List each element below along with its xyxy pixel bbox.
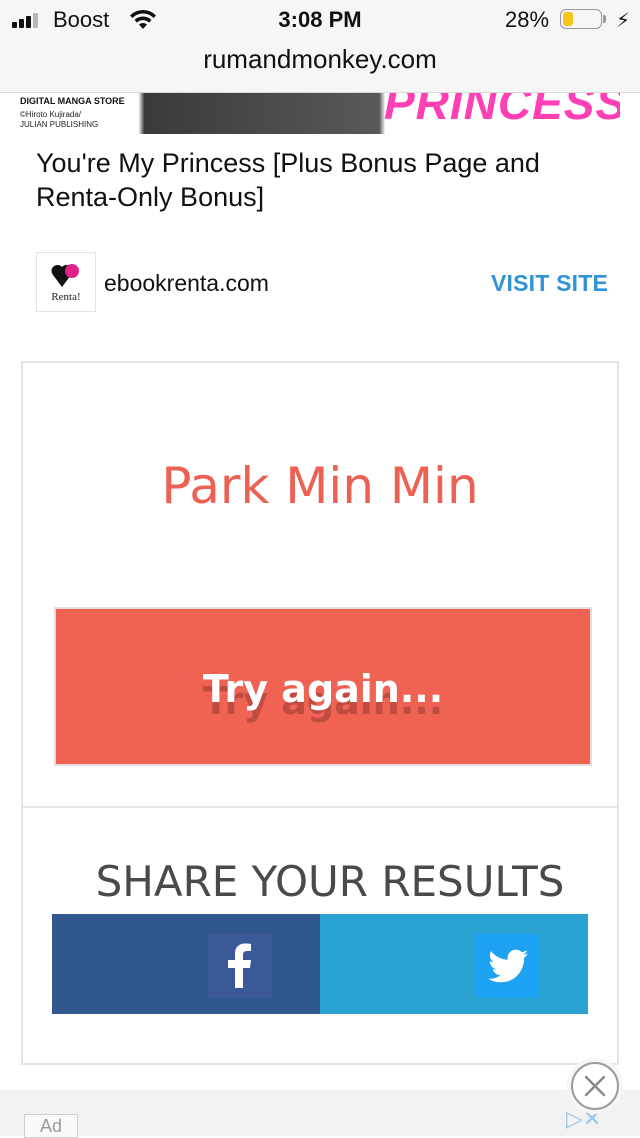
facebook-share-button[interactable]	[52, 914, 320, 1014]
ad-label: Ad	[24, 1114, 78, 1138]
banner-credit-line1: ©Hiroto Kujirada/	[20, 110, 82, 119]
charging-bolt-icon: ⚡︎	[616, 10, 631, 32]
banner-credit-line2: JULIAN PUBLISHING	[20, 120, 99, 129]
advertiser-domain[interactable]: ebookrenta.com	[104, 270, 269, 297]
heart-logo-icon	[51, 264, 79, 287]
battery-icon	[560, 9, 606, 31]
ad-headline[interactable]: You're My Princess [Plus Bonus Page and …	[36, 146, 596, 214]
twitter-icon	[476, 934, 540, 998]
try-again-button[interactable]: Try again... Try again...	[54, 607, 592, 766]
address-bar[interactable]: rumandmonkey.com	[0, 44, 640, 75]
banner-credit: ©Hiroto Kujirada/ JULIAN PUBLISHING	[20, 110, 98, 130]
result-name: Park Min Min	[161, 457, 479, 515]
facebook-icon	[208, 934, 272, 998]
quiz-result-card: Park Min Min Try again... Try again... S…	[21, 361, 619, 1065]
ad-banner-image[interactable]: DIGITAL MANGA STORE ©Hiroto Kujirada/ JU…	[18, 92, 620, 134]
banner-title-fragment: PRINCESS	[384, 92, 620, 129]
close-ad-button[interactable]	[571, 1062, 619, 1110]
twitter-share-button[interactable]	[320, 914, 588, 1014]
try-again-label: Try again...	[202, 667, 444, 711]
advertiser-logo-label: Renta!	[51, 291, 81, 303]
card-divider	[23, 806, 617, 808]
visit-site-link[interactable]: VISIT SITE	[491, 270, 608, 297]
bottom-ad-strip[interactable]	[0, 1090, 640, 1136]
share-title: SHARE YOUR RESULTS	[95, 857, 565, 906]
close-icon	[584, 1075, 606, 1097]
advertiser-row: Renta! ebookrenta.com VISIT SITE	[36, 252, 608, 312]
browser-chrome: Boost 3:08 PM 28% ⚡︎ rumandmonkey.com	[0, 0, 640, 93]
banner-store-label: DIGITAL MANGA STORE	[20, 96, 125, 106]
status-bar: Boost 3:08 PM 28% ⚡︎	[0, 0, 640, 40]
advertiser-logo[interactable]: Renta!	[36, 252, 96, 312]
battery-percent: 28%	[505, 7, 550, 32]
share-buttons	[52, 914, 588, 1014]
